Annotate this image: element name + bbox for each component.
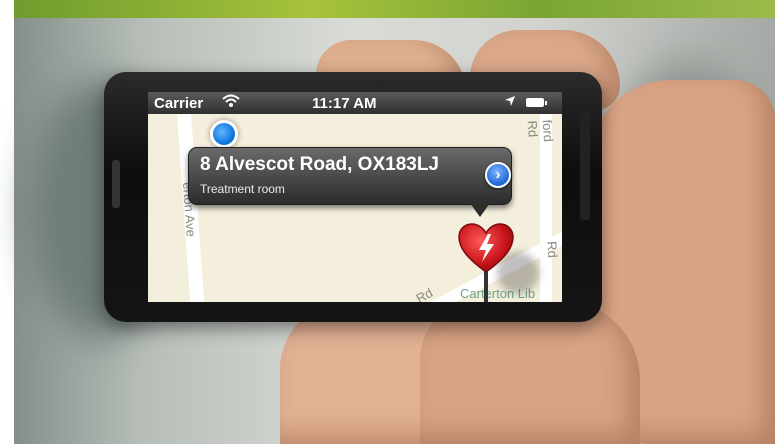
grass-background: [0, 0, 775, 18]
annotation-title: 8 Alvescot Road, OX183LJ: [200, 154, 440, 175]
battery-icon: [526, 98, 547, 107]
user-location-dot-icon: [210, 120, 238, 148]
chevron-right-icon[interactable]: ›: [485, 162, 511, 188]
map-annotation-callout[interactable]: 8 Alvescot Road, OX183LJ Treatment room …: [188, 147, 512, 205]
street-label: ford Rd: [524, 119, 557, 143]
image-border: [0, 0, 14, 444]
phone-right-edge: [580, 110, 590, 220]
phone-screen: erton Ave ford Rd Rd Rd Carterton Lib Ca…: [148, 92, 562, 302]
carrier-label: Carrier: [154, 95, 204, 112]
heart-icon: [458, 223, 514, 273]
photo-scene: erton Ave ford Rd Rd Rd Carterton Lib Ca…: [0, 0, 775, 444]
annotation-subtitle: Treatment room: [200, 182, 285, 196]
heart-lightning-pin-icon[interactable]: [457, 222, 539, 302]
clock-label: 11:17 AM: [312, 95, 377, 112]
street-label: Rd: [413, 284, 436, 302]
callout-tail: [470, 203, 490, 217]
location-arrow-icon: [504, 94, 516, 110]
status-bar: Carrier 11:17 AM: [148, 92, 562, 114]
street-label: Rd: [544, 240, 561, 259]
wifi-icon: [222, 94, 240, 112]
phone-side-button: [112, 160, 120, 208]
